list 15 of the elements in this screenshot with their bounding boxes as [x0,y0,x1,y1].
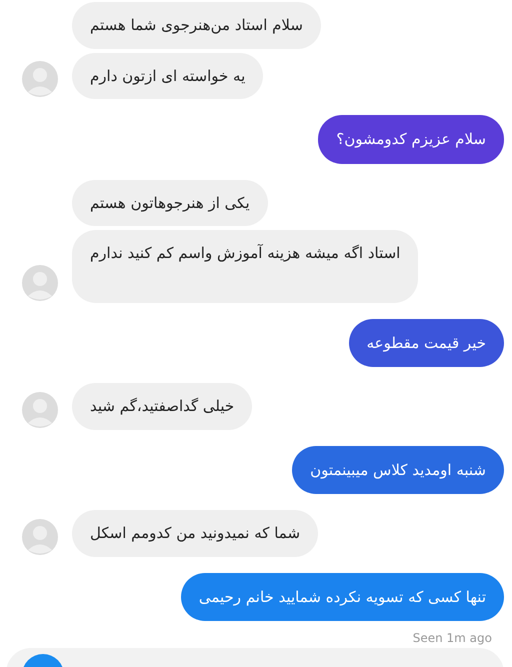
message-bubble: یه خواسته ای ازتون دارم [72,52,264,99]
message-bubble: سلام عزیزم کدومشون؟ [318,115,504,164]
seen-status: Seen 1m ago [412,630,492,647]
message-bubble: خیلی گداصفتید،گم شید [72,383,252,430]
message-bubble: تنها کسی که تسویه نکرده شمایید خانم رحیمی [180,572,504,621]
avatar-icon [22,518,58,554]
message-bubble: شنبه اومدید کلاس میبینمتون [292,446,504,494]
avatar-icon [22,61,58,97]
message-bubble: خیر قیمت مقطوعه [348,318,504,367]
message-bubble: یکی از هنرجوهاتون هستم [72,180,268,226]
avatar-icon [22,392,58,428]
message-bubble: استاد اگه میشه هزینه آموزش واسم کم کنید ندارم [72,230,418,302]
message-bubble: شما که نمیدونید من کدومم اسکل [72,510,318,556]
message-bubble: سلام استاد من‌هنرجوی شما هستم [72,2,321,48]
avatar-icon [22,264,58,300]
